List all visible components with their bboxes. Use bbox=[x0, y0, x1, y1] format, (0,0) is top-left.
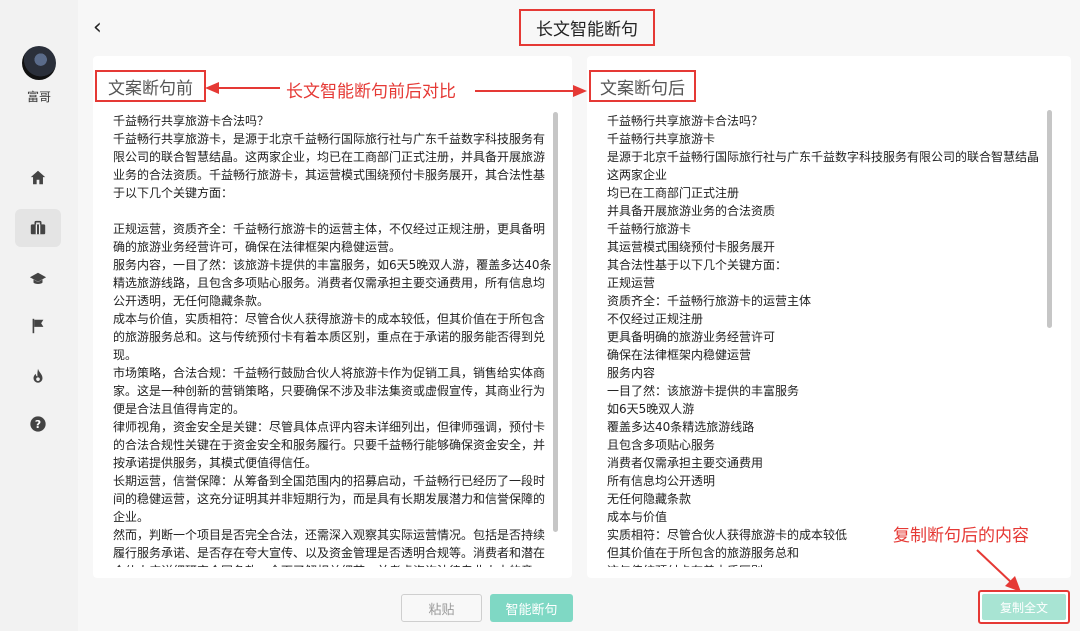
source-paragraph: 成本与价值，实质相符：尽管合伙人获得旅游卡的成本较低，但其价值在于所包含的旅游服… bbox=[113, 312, 546, 362]
result-line: 并具备开展旅游业务的合法资质 bbox=[607, 204, 776, 218]
smart-break-button[interactable]: 智能断句 bbox=[490, 594, 573, 622]
result-line: 资质齐全：千益畅行旅游卡的运营主体 bbox=[607, 294, 812, 308]
source-text-area[interactable]: 千益畅行共享旅游卡合法吗？ 千益畅行共享旅游卡，是源于北京千益畅行国际旅行社与广东… bbox=[113, 112, 553, 567]
source-paragraph: 服务内容，一目了然：该旅游卡提供的丰富服务，如6天5晚双人游，覆盖多达40条精选… bbox=[113, 258, 552, 308]
result-line: 消费者仅需承担主要交通费用 bbox=[607, 456, 764, 470]
svg-text:?: ? bbox=[35, 418, 41, 431]
result-line: 千益畅行旅游卡 bbox=[607, 222, 692, 236]
result-line: 一目了然：该旅游卡提供的丰富服务 bbox=[607, 384, 800, 398]
source-paragraph: 市场策略，合法合规：千益畅行鼓励合伙人将旅游卡作为促销工具，销售给实体商家。这是… bbox=[113, 366, 546, 416]
fire-icon[interactable] bbox=[27, 365, 49, 387]
help-icon[interactable]: ? bbox=[27, 413, 49, 435]
result-line: 且包含多项贴心服务 bbox=[607, 438, 716, 452]
result-line: 其合法性基于以下几个关键方面： bbox=[607, 258, 788, 272]
result-line: 确保在法律框架内稳健运营 bbox=[607, 348, 752, 362]
result-line: 无任何隐藏条款 bbox=[607, 492, 692, 506]
result-line: 千益畅行共享旅游卡合法吗？ bbox=[607, 114, 764, 128]
avatar[interactable] bbox=[22, 46, 56, 80]
briefcase-icon[interactable] bbox=[27, 217, 49, 239]
result-line: 正规运营 bbox=[607, 276, 656, 290]
source-panel-title: 文案断句前 bbox=[95, 70, 206, 102]
result-line: 千益畅行共享旅游卡 bbox=[607, 132, 716, 146]
copy-all-button[interactable]: 复制全文 bbox=[978, 590, 1070, 624]
left-arrow-annotation bbox=[205, 82, 280, 94]
source-paragraph: 然而，判断一个项目是否完全合法，还需深入观察其实际运营情况。包括是否持续履行服务… bbox=[113, 528, 546, 567]
source-scrollbar[interactable] bbox=[553, 112, 558, 532]
result-line: 这两家企业 bbox=[607, 168, 668, 182]
page-title: 长文智能断句 bbox=[519, 9, 655, 46]
sidebar: 富哥 ? bbox=[0, 0, 78, 631]
result-line: 均已在工商部门正式注册 bbox=[607, 186, 740, 200]
source-paragraph: 千益畅行共享旅游卡，是源于北京千益畅行国际旅行社与广东千益数字科技服务有限公司的… bbox=[113, 132, 546, 200]
result-line: 更具备明确的旅游业务经营许可 bbox=[607, 330, 776, 344]
result-line: 所有信息均公开透明 bbox=[607, 474, 716, 488]
result-line: 覆盖多达40条精选旅游线路 bbox=[607, 420, 755, 434]
result-line: 不仅经过正规注册 bbox=[607, 312, 704, 326]
compare-annotation: 长文智能断句前后对比 bbox=[286, 82, 456, 102]
username-label: 富哥 bbox=[26, 90, 51, 104]
back-button[interactable]: ‹ bbox=[93, 14, 111, 42]
copy-all-label: 复制全文 bbox=[982, 594, 1066, 620]
result-panel-title: 文案断句后 bbox=[589, 70, 696, 102]
paste-button[interactable]: 粘贴 bbox=[401, 594, 482, 622]
result-line: 其运营模式围绕预付卡服务展开 bbox=[607, 240, 776, 254]
source-paragraph bbox=[113, 202, 553, 220]
result-scrollbar[interactable] bbox=[1047, 110, 1052, 328]
flag-icon[interactable] bbox=[27, 315, 49, 337]
copy-hint-annotation: 复制断句后的内容 bbox=[893, 526, 1029, 546]
source-paragraph: 正规运营，资质齐全：千益畅行旅游卡的运营主体，不仅经过正规注册，更具备明确的旅游… bbox=[113, 222, 546, 254]
graduation-cap-icon[interactable] bbox=[27, 268, 49, 290]
home-icon[interactable] bbox=[27, 167, 49, 189]
result-line: 服务内容 bbox=[607, 366, 656, 380]
source-paragraph: 律师视角，资金安全是关键：尽管具体点评内容未详细列出，但律师强调，预付卡的合法合… bbox=[113, 420, 546, 470]
result-line: 如6天5晚双人游 bbox=[607, 402, 695, 416]
result-line: 是源于北京千益畅行国际旅行社与广东千益数字科技服务有限公司的联合智慧结晶 bbox=[607, 150, 1040, 164]
source-paragraph: 长期运营，信誉保障：从筹备到全国范围内的招募启动，千益畅行已经历了一段时间的稳健… bbox=[113, 474, 546, 524]
right-arrow-annotation bbox=[475, 85, 587, 97]
copy-arrow-annotation bbox=[976, 549, 1021, 592]
result-text-area[interactable]: 千益畅行共享旅游卡合法吗？ 千益畅行共享旅游卡是源于北京千益畅行国际旅行社与广东千… bbox=[607, 112, 1045, 567]
source-paragraph: 千益畅行共享旅游卡合法吗？ bbox=[113, 114, 270, 128]
